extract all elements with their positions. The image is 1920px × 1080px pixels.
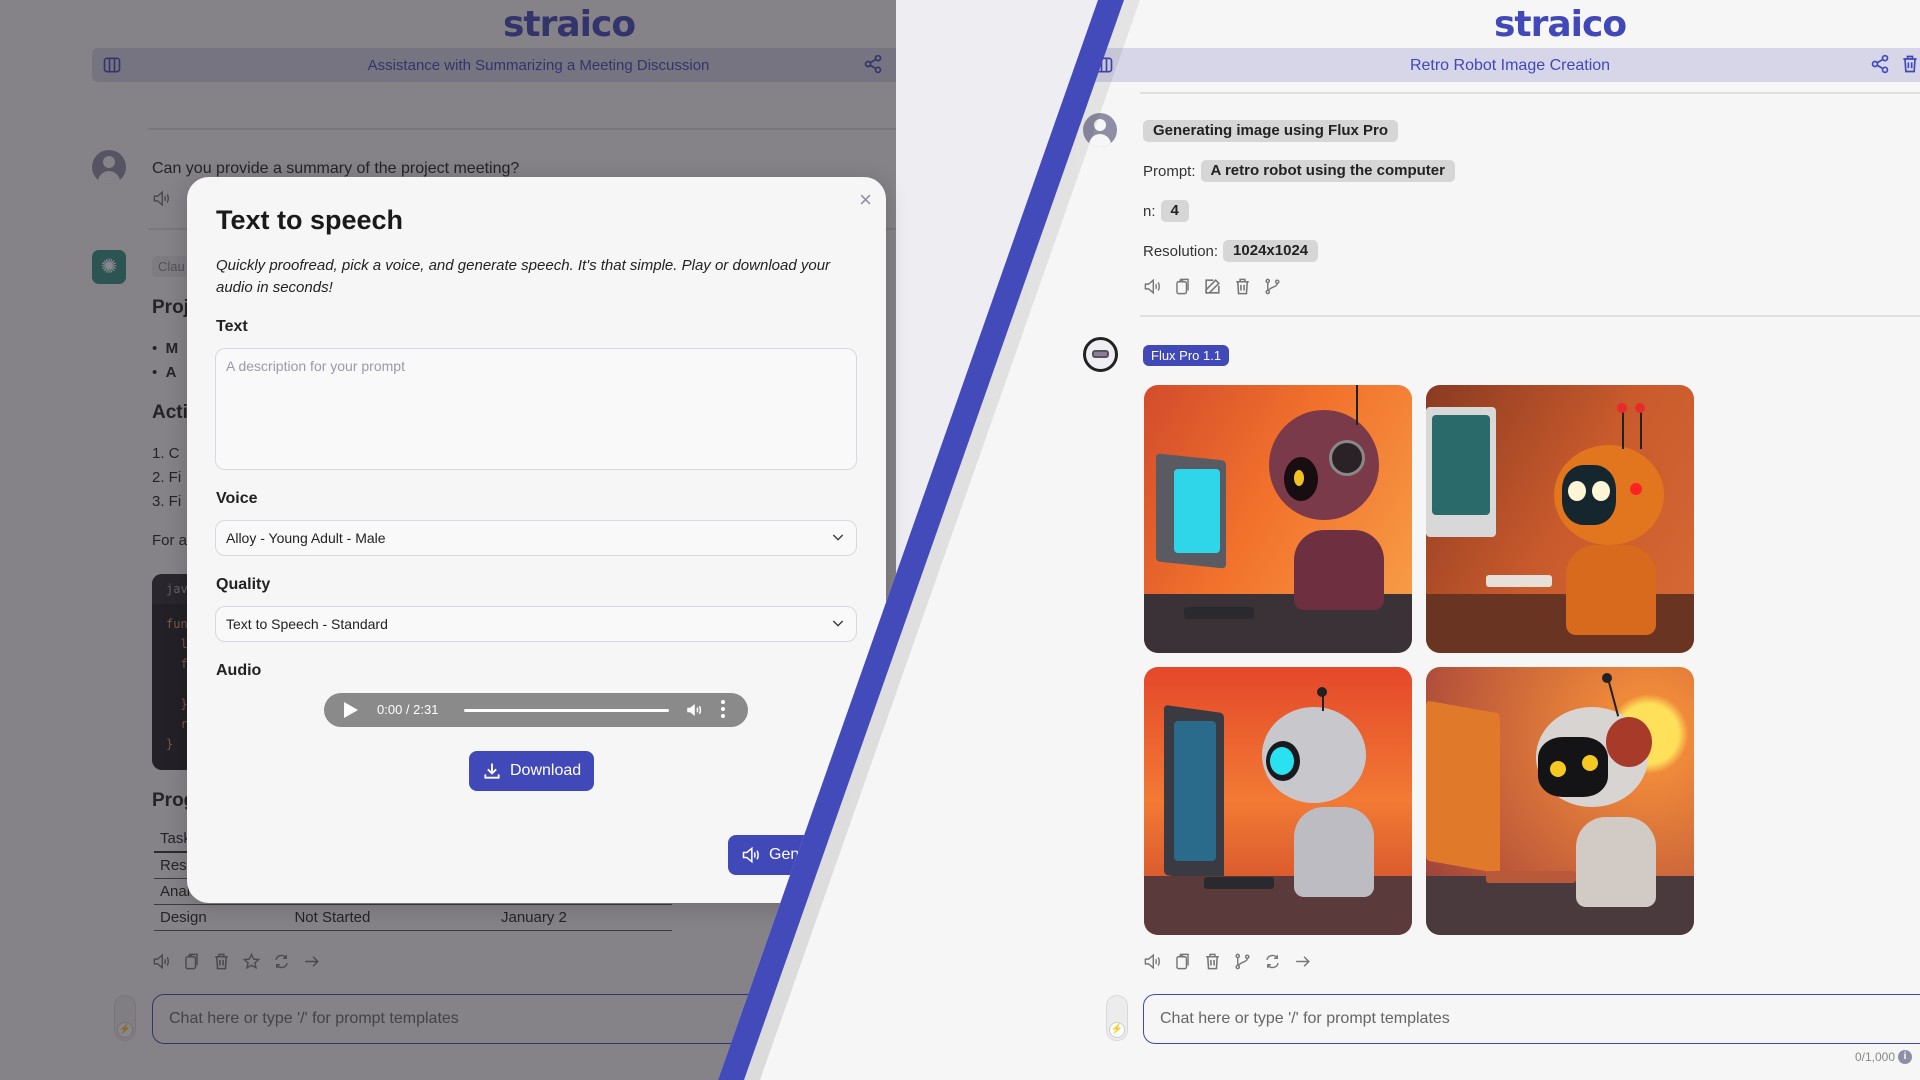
status-chip: Generating image using Flux Pro — [1143, 120, 1399, 142]
header-actions — [1870, 54, 1920, 74]
divider — [1140, 315, 1920, 317]
voice-label: Voice — [216, 490, 258, 507]
prompt-label: Prompt: — [1143, 162, 1196, 180]
generated-image[interactable] — [1426, 667, 1694, 935]
trash-icon[interactable] — [1233, 277, 1252, 296]
more-options-icon[interactable] — [721, 700, 725, 720]
generate-label: Gen — [769, 846, 800, 863]
char-count: 0/1,000 — [1854, 1050, 1895, 1064]
assistant-message-actions — [1143, 952, 1312, 971]
resolution-value: 1024x1024 — [1223, 240, 1319, 262]
generated-image[interactable] — [1144, 385, 1412, 653]
audio-seek-slider[interactable] — [464, 709, 669, 712]
generated-image[interactable] — [1426, 385, 1694, 653]
lightning-icon: ⚡ — [1109, 1022, 1125, 1038]
char-counter: 0/1,000 i — [1855, 1050, 1912, 1064]
trash-icon[interactable] — [1203, 952, 1222, 971]
refresh-icon[interactable] — [1263, 952, 1282, 971]
quality-select[interactable]: Text to Speech - Standard — [215, 606, 857, 642]
text-input[interactable] — [215, 348, 857, 470]
model-chip: Flux Pro 1.1 — [1143, 345, 1230, 366]
download-icon — [482, 761, 502, 781]
modal-description: Quickly proofread, pick a voice, and gen… — [216, 257, 831, 296]
quality-value: Text to Speech - Standard — [226, 616, 388, 632]
user-message-actions — [1143, 277, 1282, 296]
voice-value: Alloy - Young Adult - Male — [226, 530, 386, 546]
prompt-value: A retro robot using the computer — [1200, 160, 1455, 182]
quality-label: Quality — [216, 576, 271, 593]
play-icon[interactable] — [344, 702, 358, 718]
audio-label: Audio — [216, 662, 262, 679]
download-button[interactable]: Download — [469, 751, 595, 791]
volume-icon[interactable] — [684, 701, 704, 719]
generated-image[interactable] — [1144, 667, 1412, 935]
divider — [1140, 92, 1920, 94]
trash-icon[interactable] — [1900, 54, 1920, 74]
resolution-label: Resolution: — [1143, 242, 1219, 260]
chat-input[interactable]: Chat here or type '/' for prompt templat… — [1143, 994, 1920, 1044]
info-icon[interactable]: i — [1898, 1050, 1912, 1064]
audio-time: 0:00 / 2:31 — [377, 702, 439, 717]
chat-title[interactable]: Retro Robot Image Creation — [1080, 57, 1920, 75]
screen: straico Retro Robot Image Creation Gener… — [0, 0, 1920, 1080]
prompt-mode-toggle[interactable]: ⚡ — [1106, 995, 1128, 1041]
arrow-right-icon[interactable] — [1293, 952, 1312, 971]
chat-header: Retro Robot Image Creation — [1080, 48, 1920, 82]
modal-title: Text to speech — [216, 205, 404, 235]
voice-select[interactable]: Alloy - Young Adult - Male — [215, 520, 857, 556]
text-label: Text — [216, 318, 248, 335]
text-to-speech-modal: × Text to speech Quickly proofread, pick… — [187, 177, 928, 903]
download-label: Download — [510, 762, 582, 779]
speaker-icon — [741, 845, 761, 865]
edit-icon[interactable] — [1203, 277, 1222, 296]
n-value: 4 — [1160, 200, 1189, 222]
branch-icon[interactable] — [1233, 952, 1252, 971]
close-icon[interactable]: × — [859, 189, 872, 211]
resolution-line: Resolution: 1024x1024 — [1143, 240, 1319, 262]
copy-icon[interactable] — [1173, 277, 1192, 296]
share-icon[interactable] — [1870, 54, 1890, 74]
n-label: n: — [1143, 202, 1156, 220]
prompt-line: Prompt: A retro robot using the computer — [1143, 160, 1455, 182]
chevron-down-icon — [830, 615, 846, 631]
chevron-down-icon — [830, 529, 846, 545]
speaker-icon[interactable] — [1143, 952, 1162, 971]
speaker-icon[interactable] — [1143, 277, 1162, 296]
straico-logo[interactable]: straico — [1494, 4, 1627, 45]
audio-player: 0:00 / 2:31 — [324, 693, 748, 727]
bot-avatar — [1083, 337, 1118, 372]
n-line: n: 4 — [1143, 200, 1189, 222]
branch-icon[interactable] — [1263, 277, 1282, 296]
generating-status: Generating image using Flux Pro — [1143, 120, 1399, 142]
copy-icon[interactable] — [1173, 952, 1192, 971]
